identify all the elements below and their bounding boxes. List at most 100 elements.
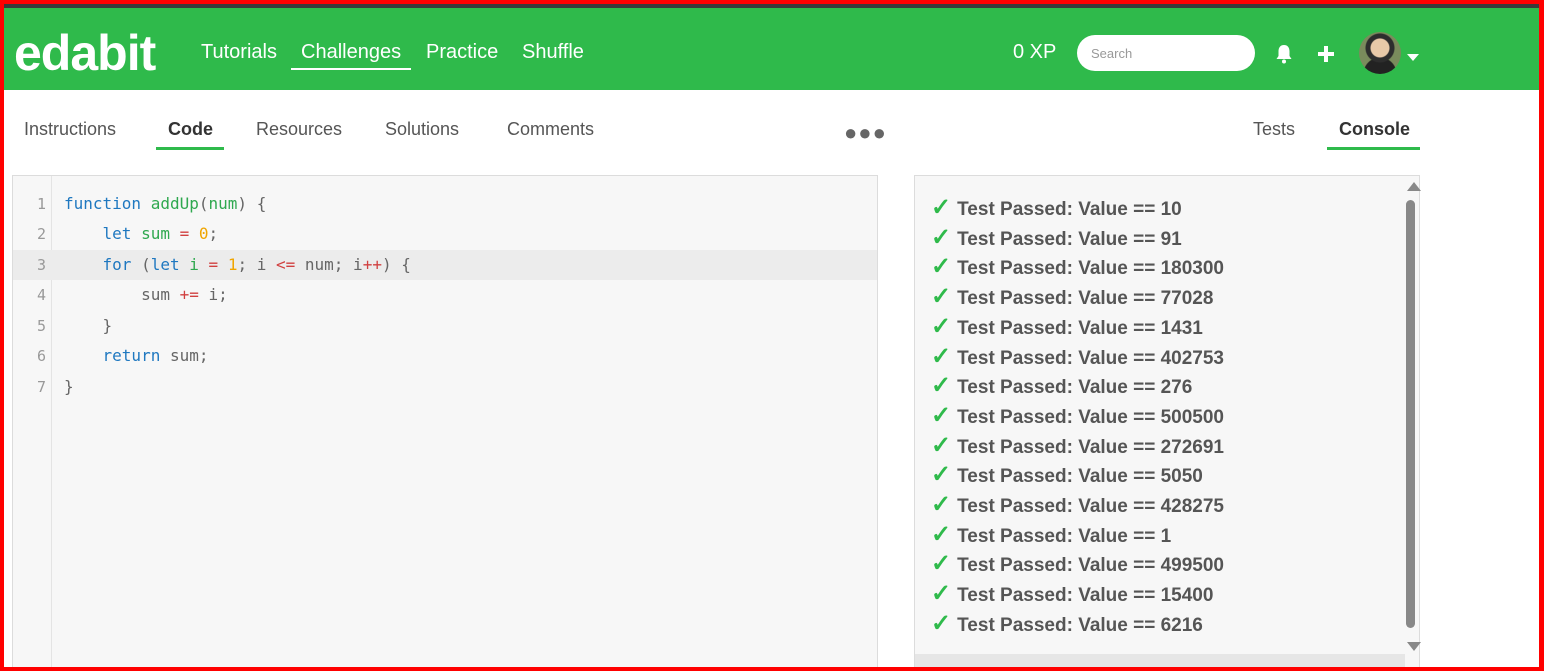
checkmark-icon: ✓ [931,609,952,637]
test-result-text: Test Passed: Value == 428275 [957,496,1224,517]
test-result-text: Test Passed: Value == 402753 [957,347,1224,369]
code-line[interactable]: 7 } [13,372,877,402]
console-tab-underline [1327,147,1420,150]
scrollbar-thumb[interactable] [1406,200,1415,628]
nav-challenges[interactable]: Challenges [291,40,412,70]
code-line-active[interactable]: 3 for (let i = 1; i <= num; i++) { [13,250,877,280]
checkmark-icon: ✓ [931,461,952,489]
edabit-logo[interactable]: edabit [14,24,156,82]
test-result-row: ✓ Test Passed: Value == 77028 [931,282,1213,312]
function-name: addUp [150,194,199,213]
console-panel: ✓ Test Passed: Value == 10 ✓ Test Passed: V… [914,175,1421,667]
checkmark-icon: ✓ [931,194,952,221]
nav-tutorials[interactable]: Tutorials [201,40,277,64]
operator: <= [275,255,296,274]
checkmark-icon: ✓ [931,372,952,400]
test-result-row: ✓ Test Passed: Value == 428275 [931,490,1224,520]
test-result-row: ✓ Test Passed: Value == 499500 [931,549,1224,579]
tab-instructions[interactable]: Instructions [24,118,116,140]
test-result-text: Test Passed: Value == 272691 [957,436,1224,458]
code-line[interactable]: 1 function addUp(num) { [13,189,877,219]
test-result-text: Test Passed: Value == 77028 [957,288,1214,310]
horizontal-scrollbar[interactable] [915,654,1405,667]
test-result-text: Test Passed: Value == 1 [957,525,1172,547]
test-result-row: ✓ Test Passed: Value == 180300 [931,252,1224,282]
checkmark-icon: ✓ [931,491,952,518]
line-number: 2 [36,225,46,243]
bell-icon[interactable] [1275,44,1293,69]
scroll-up-icon[interactable] [1407,182,1421,191]
code-text: let sum = 0; [102,224,219,243]
tab-code[interactable]: Code [168,118,213,140]
checkmark-icon: ✓ [931,550,952,578]
test-result-row: ✓ Test Passed: Value == 402753 [931,342,1224,372]
checkmark-icon: ✓ [931,283,952,311]
test-result-text: Test Passed: Value == 6216 [957,614,1203,636]
test-result-row: ✓ Test Passed: Value == 500500 [931,401,1224,431]
code-line[interactable]: 4 sum += i; [13,280,877,310]
tab-console[interactable]: Console [1339,118,1410,140]
test-result-row: ✓ Test Passed: Value == 272691 [931,431,1224,461]
code-text: sum += i; [64,285,228,304]
test-result-row: ✓ Test Passed: Value == 91 [931,223,1182,253]
test-result-row: ✓ Test Passed: Value == 5050 [931,460,1203,490]
operator: += [179,285,199,304]
code-line[interactable]: 5 } [13,311,877,341]
keyword-for: for [102,255,132,274]
tab-comments[interactable]: Comments [507,118,594,140]
test-result-row: ✓ Test Passed: Value == 276 [931,371,1192,401]
operator: = [179,224,190,243]
more-options-icon[interactable]: ●●● [844,120,887,146]
tab-tests[interactable]: Tests [1253,118,1295,140]
vertical-scrollbar[interactable] [1404,194,1415,634]
keyword-let: let [150,255,180,274]
plus-icon[interactable] [1317,45,1335,68]
checkmark-icon: ✓ [931,253,952,281]
top-navbar: edabit Tutorials Challenges Practice Shu… [4,8,1539,90]
tab-resources[interactable]: Resources [256,118,342,140]
var-i: i [189,255,199,274]
app-frame: edabit Tutorials Challenges Practice Shu… [4,4,1539,667]
test-result-text: Test Passed: Value == 91 [957,228,1182,250]
nav-shuffle[interactable]: Shuffle [522,40,584,64]
code-text: } [64,316,113,335]
test-result-text: Test Passed: Value == 499500 [957,555,1224,577]
code-editor[interactable]: 1 function addUp(num) { 2 let sum = 0; 3… [12,175,878,667]
scroll-down-icon[interactable] [1407,642,1421,651]
test-result-row: ✓ Test Passed: Value == 6216 [931,609,1203,639]
var-sum: sum [141,224,170,243]
test-result-row: ✓ Test Passed: Value == 10 [931,193,1182,223]
keyword-return: return [102,346,161,365]
test-result-row: ✓ Test Passed: Value == 1 [931,520,1171,550]
keyword-let: let [102,224,132,243]
avatar[interactable] [1359,32,1401,74]
checkmark-icon: ✓ [931,342,952,370]
line-number: 3 [36,256,46,274]
test-result-text: Test Passed: Value == 500500 [957,406,1224,428]
test-result-text: Test Passed: Value == 5050 [957,466,1203,488]
xp-counter: 0 XP [1013,41,1057,63]
chevron-down-icon[interactable] [1407,49,1419,67]
tab-solutions[interactable]: Solutions [385,118,459,140]
operator: = [208,255,219,274]
number-literal: 1 [227,255,238,274]
checkmark-icon: ✓ [931,431,952,459]
line-number: 1 [36,195,46,213]
code-text: return sum; [102,346,209,365]
test-result-row: ✓ Test Passed: Value == 1431 [931,312,1203,342]
param-num: num [208,194,238,213]
number-literal: 0 [198,224,209,243]
checkmark-icon: ✓ [931,401,952,429]
search-input[interactable] [1077,35,1255,71]
test-result-text: Test Passed: Value == 180300 [957,258,1224,280]
line-number: 6 [36,347,46,365]
test-result-text: Test Passed: Value == 15400 [957,585,1214,607]
code-line[interactable]: 2 let sum = 0; [13,219,877,249]
test-result-text: Test Passed: Value == 1431 [957,317,1203,339]
test-result-row: ✓ Test Passed: Value == 15400 [931,579,1213,609]
nav-practice[interactable]: Practice [426,40,498,64]
code-line[interactable]: 6 return sum; [13,341,877,371]
operator: ++ [362,255,382,274]
keyword-function: function [64,194,142,213]
code-text: for (let i = 1; i <= num; i++) { [102,255,411,274]
